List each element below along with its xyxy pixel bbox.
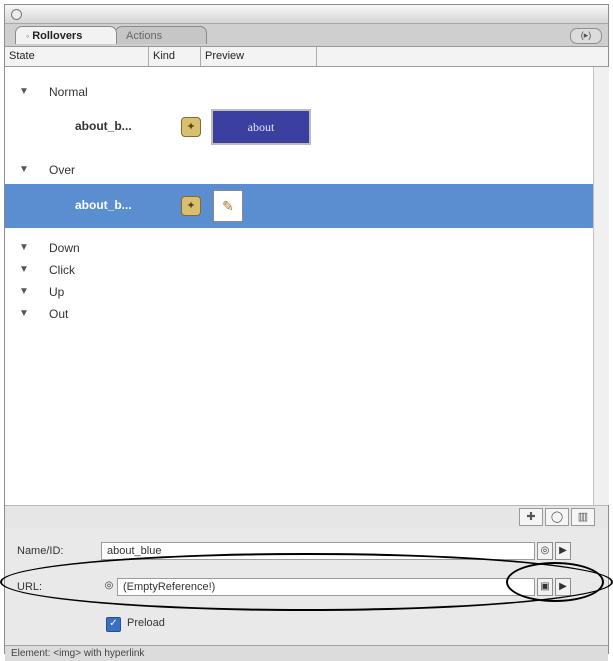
disclosure-triangle-icon[interactable]: ▼: [19, 81, 29, 103]
state-up[interactable]: ▼ Up: [5, 281, 593, 303]
disclosure-triangle-icon[interactable]: ▼: [19, 237, 29, 259]
state-normal[interactable]: ▼ Normal: [5, 81, 593, 103]
scrollbar[interactable]: [593, 67, 609, 505]
new-state-icon[interactable]: ✚: [519, 508, 543, 526]
arrow-menu-icon[interactable]: ▶: [555, 542, 571, 560]
status-bar: Element: <img> with hyperlink: [5, 645, 608, 661]
state-label: Click: [49, 263, 75, 277]
title-bar: [5, 5, 608, 24]
rollover-item-normal[interactable]: about_b... ✦ about: [5, 105, 593, 149]
states-list: ▼ Normal about_b... ✦ about ▼ Over about…: [5, 67, 593, 505]
disclosure-triangle-icon[interactable]: ▼: [19, 303, 29, 325]
url-field[interactable]: (EmptyReference!): [117, 578, 535, 596]
disclosure-triangle-icon[interactable]: ▼: [19, 159, 29, 181]
state-click[interactable]: ▼ Click: [5, 259, 593, 281]
disclosure-triangle-icon[interactable]: ▼: [19, 281, 29, 303]
column-state[interactable]: State: [5, 47, 149, 66]
column-kind[interactable]: Kind: [149, 47, 201, 66]
state-down[interactable]: ▼ Down: [5, 237, 593, 259]
state-label: Over: [49, 163, 76, 177]
close-button[interactable]: [11, 9, 22, 20]
tab-marker-icon: ◦: [26, 31, 30, 41]
tab-actions-label: Actions: [126, 30, 163, 42]
item-name: about_b...: [75, 198, 132, 212]
panel-menu-button[interactable]: (▸): [570, 28, 602, 44]
rollovers-panel: Actions ◦ Rollovers (▸) State Kind Previe…: [4, 4, 609, 661]
target-icon[interactable]: ◎: [537, 542, 553, 560]
preview-thumbnail: about: [211, 109, 311, 145]
rollover-item-over[interactable]: about_b... ✦ ✎: [5, 184, 593, 228]
speech-bubble-icon[interactable]: ◯: [545, 508, 569, 526]
column-header: State Kind Preview: [5, 47, 608, 67]
url-label: URL:: [17, 581, 43, 593]
state-out[interactable]: ▼ Out: [5, 303, 593, 325]
tab-rollovers-label: Rollovers: [32, 30, 83, 42]
preload-checkbox[interactable]: ✓: [106, 617, 121, 632]
tab-actions[interactable]: Actions: [115, 26, 207, 44]
trash-icon[interactable]: ▥: [571, 508, 595, 526]
arrow-menu-icon[interactable]: ▶: [555, 578, 571, 596]
preload-label: Preload: [127, 617, 165, 629]
image-kind-icon: ✦: [181, 196, 201, 216]
disclosure-triangle-icon[interactable]: ▼: [19, 259, 29, 281]
state-label: Down: [49, 241, 80, 255]
state-toolbar: ✚ ◯ ▥: [5, 505, 608, 528]
state-label: Out: [49, 307, 69, 321]
item-name: about_b...: [75, 119, 132, 133]
column-preview[interactable]: Preview: [201, 47, 317, 66]
tab-bar: Actions ◦ Rollovers (▸): [5, 24, 608, 47]
tab-rollovers[interactable]: ◦ Rollovers: [15, 26, 117, 44]
state-label: Normal: [49, 85, 88, 99]
broken-image-icon: ✎: [213, 190, 243, 222]
target-icon[interactable]: ◎: [101, 578, 117, 596]
image-kind-icon: ✦: [181, 117, 201, 137]
state-over[interactable]: ▼ Over: [5, 159, 593, 181]
state-label: Up: [49, 285, 65, 299]
browse-folder-icon[interactable]: ▣: [537, 578, 553, 596]
name-id-label: Name/ID:: [17, 545, 64, 557]
name-id-field[interactable]: about_blue: [101, 542, 535, 560]
